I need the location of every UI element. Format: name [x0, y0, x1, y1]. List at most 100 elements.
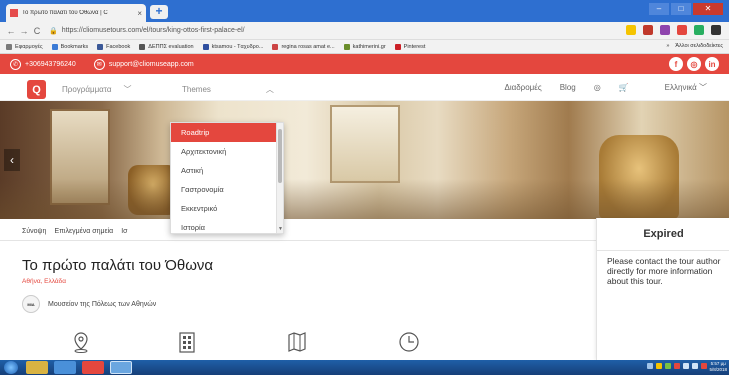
- maximize-button[interactable]: □: [671, 3, 691, 15]
- mail-icon: [202, 43, 209, 50]
- tour-subtabs: Σύνοψη Επιλεγμένα σημεία Ισ: [22, 228, 136, 235]
- tray-icon[interactable]: [656, 363, 662, 369]
- facebook-icon[interactable]: f: [669, 57, 683, 71]
- dropdown-item-gastronomy[interactable]: Γαστρονομία: [171, 180, 283, 199]
- new-tab-button[interactable]: +: [150, 5, 168, 19]
- themes-dropdown: Roadtrip Αρχιτεκτονική Αστική Γαστρονομί…: [170, 122, 284, 234]
- other-bookmarks-button[interactable]: Άλλοι σελιδοδείκτες: [675, 43, 723, 49]
- bookmark-item[interactable]: ktsamou - Tαχυδρο...: [202, 43, 263, 50]
- phone-icon: ✆: [10, 58, 21, 70]
- tray-icon[interactable]: [665, 363, 671, 369]
- close-window-button[interactable]: ✕: [693, 3, 723, 15]
- extension-icon[interactable]: [643, 25, 653, 35]
- expired-title: Expired: [643, 228, 684, 240]
- themes-select[interactable]: Themes ︿: [182, 82, 274, 96]
- themes-label: Themes: [182, 84, 211, 94]
- tray-icon[interactable]: [674, 363, 680, 369]
- dropdown-item-architecture[interactable]: Αρχιτεκτονική: [171, 142, 283, 161]
- programs-select[interactable]: Προγράμματα ﹀: [62, 82, 131, 96]
- divider: [597, 250, 729, 251]
- globe-icon: [139, 43, 146, 50]
- museum-info[interactable]: ΜΙΑ Μουσείον της Πόλεως των Αθηνών: [22, 295, 156, 313]
- account-icon[interactable]: ◎: [594, 83, 601, 92]
- bookmark-item[interactable]: regina rosas amat e...: [272, 43, 335, 50]
- instagram-icon[interactable]: ◎: [687, 57, 701, 71]
- programs-label: Προγράμματα: [62, 84, 112, 94]
- menu-icon[interactable]: [711, 25, 721, 35]
- tab-highlights[interactable]: Επιλεγμένα σημεία: [54, 228, 113, 235]
- file-explorer-icon[interactable]: [26, 361, 48, 374]
- bookmark-item[interactable]: Pinterest: [394, 43, 425, 50]
- blog-link[interactable]: Blog: [560, 83, 576, 92]
- bookmark-item[interactable]: Facebook: [97, 43, 130, 50]
- bookmark-item[interactable]: Εφαρμογές: [6, 43, 43, 50]
- cart-icon[interactable]: 🛒: [619, 83, 629, 92]
- language-select[interactable]: Ελληνικά ﹀: [647, 82, 707, 93]
- minimize-button[interactable]: –: [649, 3, 669, 15]
- museum-name: Μουσείον της Πόλεως των Αθηνών: [48, 300, 157, 308]
- dropdown-item-urban[interactable]: Αστική: [171, 161, 283, 180]
- extensions: [626, 25, 721, 35]
- phone-link[interactable]: ✆ +306943796240: [10, 58, 76, 70]
- bookmark-item[interactable]: ΔΕΠΠΣ evaluation: [139, 43, 194, 50]
- chevron-down-icon: ﹀: [123, 84, 132, 94]
- email-link[interactable]: ✉ support@cliomuseapp.com: [93, 58, 194, 70]
- tab-history[interactable]: Ισ: [121, 228, 127, 235]
- map-icon: [286, 331, 308, 353]
- bookmark-item[interactable]: Bookmarks: [51, 43, 88, 50]
- email-address: support@cliomuseapp.com: [108, 60, 194, 68]
- notification-icon[interactable]: [701, 363, 707, 369]
- hero-window: [330, 105, 400, 183]
- hero-floor: [0, 179, 729, 219]
- start-button[interactable]: [4, 361, 18, 374]
- chevron-up-icon: ︿: [265, 84, 274, 94]
- url-field[interactable]: 🔒 https://cliomusetours.com/el/tours/kin…: [49, 27, 245, 35]
- taskbar-clock[interactable]: 5:57 μμ 5/8/2018: [709, 361, 727, 373]
- bookmarks-more-button[interactable]: »: [666, 43, 669, 49]
- star-icon[interactable]: [626, 25, 636, 35]
- chevron-left-icon[interactable]: ‹: [4, 149, 20, 171]
- network-icon[interactable]: [683, 363, 689, 369]
- scroll-down-icon[interactable]: ▼: [277, 226, 283, 232]
- scrollbar-thumb[interactable]: [278, 129, 282, 183]
- tab-title: Το πρώτο παλάτι του Όθωνα | C: [22, 10, 108, 16]
- reload-button[interactable]: C: [32, 26, 42, 36]
- mail-icon: ✉: [93, 58, 105, 70]
- bookmarks-bar: Εφαρμογές Bookmarks Facebook ΔΕΠΠΣ evalu…: [0, 40, 729, 54]
- link-icon: [272, 43, 279, 50]
- dropdown-item-roadtrip[interactable]: Roadtrip: [171, 123, 283, 142]
- linkedin-icon[interactable]: in: [705, 57, 719, 71]
- hero-image: ‹: [0, 101, 729, 219]
- contact-bar: ✆ +306943796240 ✉ support@cliomuseapp.co…: [0, 54, 729, 74]
- extension-icon[interactable]: [677, 25, 687, 35]
- location-link[interactable]: Αθήνα, Ελλάδα: [22, 278, 66, 285]
- tab-summary[interactable]: Σύνοψη: [22, 228, 46, 235]
- tray-icon[interactable]: [647, 363, 653, 369]
- divider: [0, 240, 596, 241]
- media-player-icon[interactable]: [54, 361, 76, 374]
- dropdown-item-eccentric[interactable]: Εκκεντρικό: [171, 199, 283, 218]
- site-logo[interactable]: Q: [27, 80, 46, 99]
- favicon-icon: [10, 9, 18, 17]
- museum-logo: ΜΙΑ: [22, 295, 40, 313]
- routes-link[interactable]: Διαδρομές: [504, 83, 541, 92]
- browser-tab[interactable]: Το πρώτο παλάτι του Όθωνα | C ×: [6, 4, 146, 22]
- screen: Το πρώτο παλάτι του Όθωνα | C × + – □ ✕ …: [0, 0, 729, 375]
- dropdown-item-history[interactable]: Ιστορία: [171, 218, 283, 233]
- bookmark-item[interactable]: kathimerini.gr: [343, 43, 386, 50]
- tab-close-icon[interactable]: ×: [137, 9, 142, 18]
- volume-icon[interactable]: [692, 363, 698, 369]
- window-controls: – □ ✕: [649, 3, 723, 15]
- chrome-icon[interactable]: [82, 361, 104, 374]
- forward-button[interactable]: →: [19, 26, 29, 36]
- address-bar: ← → C 🔒 https://cliomusetours.com/el/tou…: [0, 22, 729, 40]
- extension-icon[interactable]: [694, 25, 704, 35]
- building-icon: [176, 331, 198, 353]
- facebook-icon: [97, 43, 104, 50]
- taskbar: 5:57 μμ 5/8/2018: [0, 360, 729, 375]
- dropdown-scrollbar[interactable]: ▼: [276, 123, 283, 233]
- back-button[interactable]: ←: [6, 26, 16, 36]
- extension-icon[interactable]: [660, 25, 670, 35]
- news-icon: [343, 43, 350, 50]
- active-app-icon[interactable]: [110, 361, 132, 374]
